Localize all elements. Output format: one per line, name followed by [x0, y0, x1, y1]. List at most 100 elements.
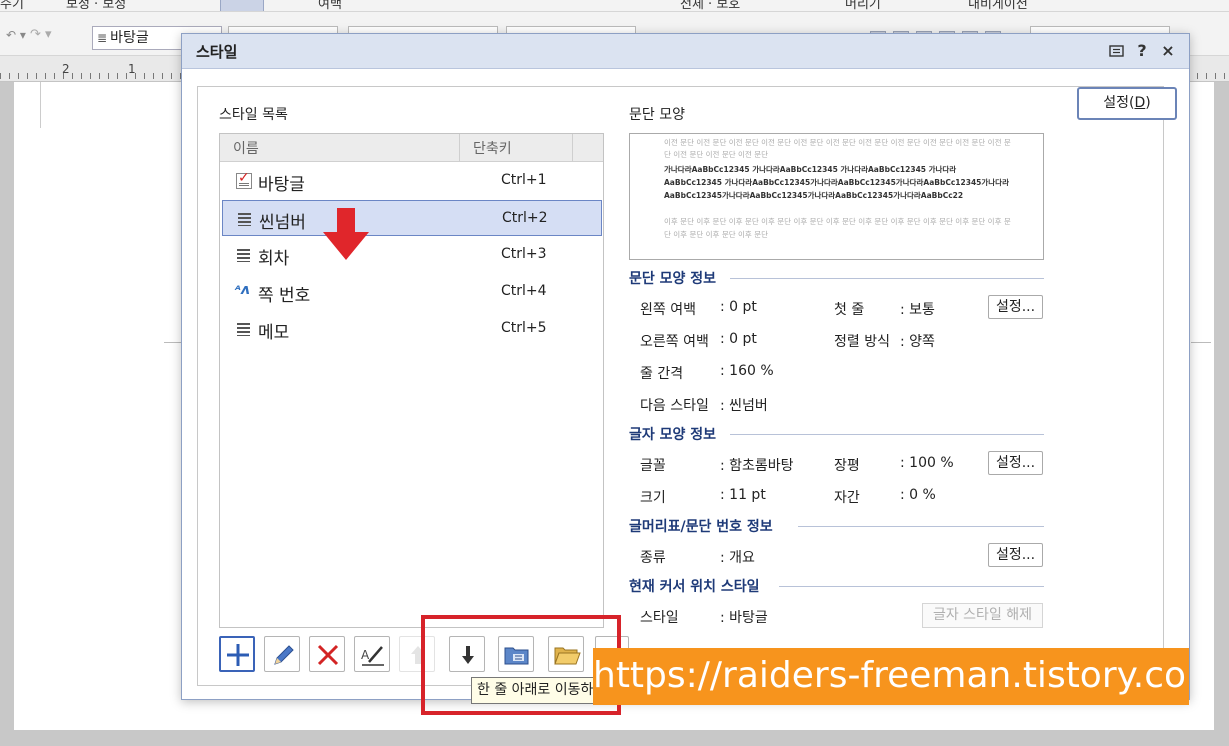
column-header-name[interactable]: 이름: [233, 138, 259, 158]
close-button[interactable]: ×: [1158, 40, 1178, 62]
first-line-value: : 보통: [900, 302, 935, 318]
help-button[interactable]: ?: [1132, 40, 1152, 62]
style-name: 메모: [258, 323, 290, 343]
preview-sample-text: 가나다라AaBbCc12345 가나다라AaBbCc12345 가나다라AaBb…: [664, 165, 1009, 200]
bullet-settings-button[interactable]: 설정...: [988, 543, 1043, 567]
style-shortcut: Ctrl+4: [501, 283, 547, 299]
style-list-label: 스타일 목록: [219, 107, 288, 123]
first-line-label: 첫 줄: [834, 302, 865, 318]
char-ratio-label: 장평: [834, 458, 860, 474]
dialog-titlebar[interactable]: 스타일 ? ×: [182, 34, 1189, 69]
paragraph-style-icon: ≣: [97, 31, 108, 45]
char-spacing-label: 자간: [834, 490, 860, 506]
ruler-number: 2: [62, 62, 70, 76]
bullet-kind-label: 종류: [640, 550, 666, 566]
app-menubar: 주기 보정 · 보정 여백 전체 · 보호 머리기 내비게이션: [0, 0, 1229, 12]
style-shortcut: Ctrl+5: [501, 320, 547, 336]
font-label: 글꼴: [640, 458, 666, 474]
preview-prev-text: 이전 문단 이전 문단 이전 문단 이전 문단 이전 문단 이전 문단 이전 문…: [664, 138, 1011, 159]
paragraph-style-icon: [238, 213, 251, 226]
ruler-number: 1: [128, 62, 136, 76]
style-dialog: 스타일 ? × 설정(D) 스타일 목록 이름 단축키 바탕글 Ctrl+1 씬…: [181, 33, 1190, 700]
font-value: : 함초롬바탕: [720, 458, 794, 474]
menu-item[interactable]: 주기: [0, 0, 24, 11]
set-button-accel: D: [1134, 95, 1146, 111]
char-spacing-value: : 0 %: [900, 487, 936, 503]
set-button-suffix: ): [1145, 95, 1151, 111]
column-header-shortcut[interactable]: 단축키: [473, 138, 512, 158]
style-apply-button[interactable]: A: [354, 636, 390, 672]
release-char-style-button[interactable]: 글자 스타일 해제: [922, 603, 1043, 628]
section-divider: [798, 526, 1044, 527]
style-name: 회차: [258, 249, 290, 269]
paragraph-style-icon: [237, 323, 250, 336]
menu-item[interactable]: 여백: [318, 0, 342, 11]
next-style-label: 다음 스타일: [640, 398, 709, 414]
add-style-button[interactable]: [219, 636, 255, 672]
next-style-value: : 씬넘버: [720, 398, 768, 414]
para-info-title: 문단 모양 정보: [629, 271, 717, 287]
style-row-메모[interactable]: 메모 Ctrl+5: [222, 311, 602, 347]
pencil-icon: [274, 645, 294, 665]
svg-text:A: A: [361, 648, 370, 662]
style-row-바탕글[interactable]: 바탕글 Ctrl+1: [222, 163, 602, 199]
style-name: 쪽 번호: [258, 286, 311, 306]
x-icon: [317, 644, 339, 666]
font-size-label: 크기: [640, 490, 666, 506]
style-row-쪽번호[interactable]: ᴬᴧ 쪽 번호 Ctrl+4: [222, 274, 602, 310]
align-value: : 양쪽: [900, 334, 935, 350]
margin-guide: [1191, 342, 1211, 343]
bullet-kind-value: : 개요: [720, 550, 755, 566]
right-margin-value: : 0 pt: [720, 331, 757, 347]
watermark-banner: https://raiders-freeman.tistory.com: [593, 648, 1189, 705]
redo-icon[interactable]: ↷ ▾: [30, 27, 52, 42]
font-size-value: : 11 pt: [720, 487, 766, 503]
left-margin-value: : 0 pt: [720, 299, 757, 315]
section-divider: [730, 278, 1044, 279]
dialog-title: 스타일: [196, 43, 238, 61]
preview-next-text: 이후 문단 이후 문단 이후 문단 이후 문단 이후 문단 이후 문단 이후 문…: [664, 217, 1011, 239]
style-shortcut: Ctrl+1: [501, 172, 547, 188]
paragraph-style-icon: [237, 249, 250, 262]
menu-item[interactable]: 내비게이션: [968, 0, 1028, 11]
left-margin-label: 왼쪽 여백: [640, 302, 696, 318]
set-button-label: 설정(: [1103, 95, 1135, 111]
undo-icon[interactable]: ↶ ▾: [6, 28, 26, 42]
char-info-title: 글자 모양 정보: [629, 427, 717, 443]
line-spacing-value: : 160 %: [720, 363, 774, 379]
checked-style-icon: [236, 170, 252, 189]
set-button[interactable]: 설정(D): [1077, 87, 1177, 120]
edit-style-button[interactable]: [264, 636, 300, 672]
preview-label: 문단 모양: [629, 107, 685, 123]
column-divider[interactable]: [572, 134, 573, 162]
style-list[interactable]: 이름 단축키 바탕글 Ctrl+1 씬넘버 Ctrl+2 회차 Ctrl+3 ᴬ…: [219, 133, 604, 628]
style-shortcut: Ctrl+3: [501, 246, 547, 262]
cursor-style-value: : 바탕글: [720, 610, 768, 626]
style-row-회차[interactable]: 회차 Ctrl+3: [222, 237, 602, 273]
para-settings-button[interactable]: 설정...: [988, 295, 1043, 319]
column-divider[interactable]: [459, 134, 460, 162]
char-style-icon: ᴬᴧ: [235, 282, 250, 298]
style-name: 씬넘버: [259, 213, 306, 233]
style-combo-value: 바탕글: [110, 30, 149, 46]
paragraph-preview: 이전 문단 이전 문단 이전 문단 이전 문단 이전 문단 이전 문단 이전 문…: [629, 133, 1044, 260]
right-margin-label: 오른쪽 여백: [640, 334, 709, 350]
cursor-style-label: 스타일: [640, 610, 679, 626]
section-divider: [779, 586, 1044, 587]
menu-item[interactable]: 전체 · 보호: [680, 0, 740, 11]
delete-style-button[interactable]: [309, 636, 345, 672]
eyedropper-icon: A: [361, 646, 384, 666]
style-shortcut: Ctrl+2: [502, 210, 548, 226]
margin-guide: [40, 82, 41, 128]
menu-item-selected[interactable]: [220, 0, 264, 11]
bullet-info-title: 글머리표/문단 번호 정보: [629, 519, 773, 535]
list-icon[interactable]: [1107, 40, 1127, 62]
menu-item[interactable]: 보정 · 보정: [66, 0, 126, 11]
line-spacing-label: 줄 간격: [640, 366, 684, 382]
style-row-씬넘버[interactable]: 씬넘버 Ctrl+2: [222, 200, 602, 236]
char-settings-button[interactable]: 설정...: [988, 451, 1043, 475]
cursor-style-title: 현재 커서 위치 스타일: [629, 579, 760, 595]
char-ratio-value: : 100 %: [900, 455, 954, 471]
style-name: 바탕글: [258, 175, 305, 195]
menu-item[interactable]: 머리기: [845, 0, 881, 11]
